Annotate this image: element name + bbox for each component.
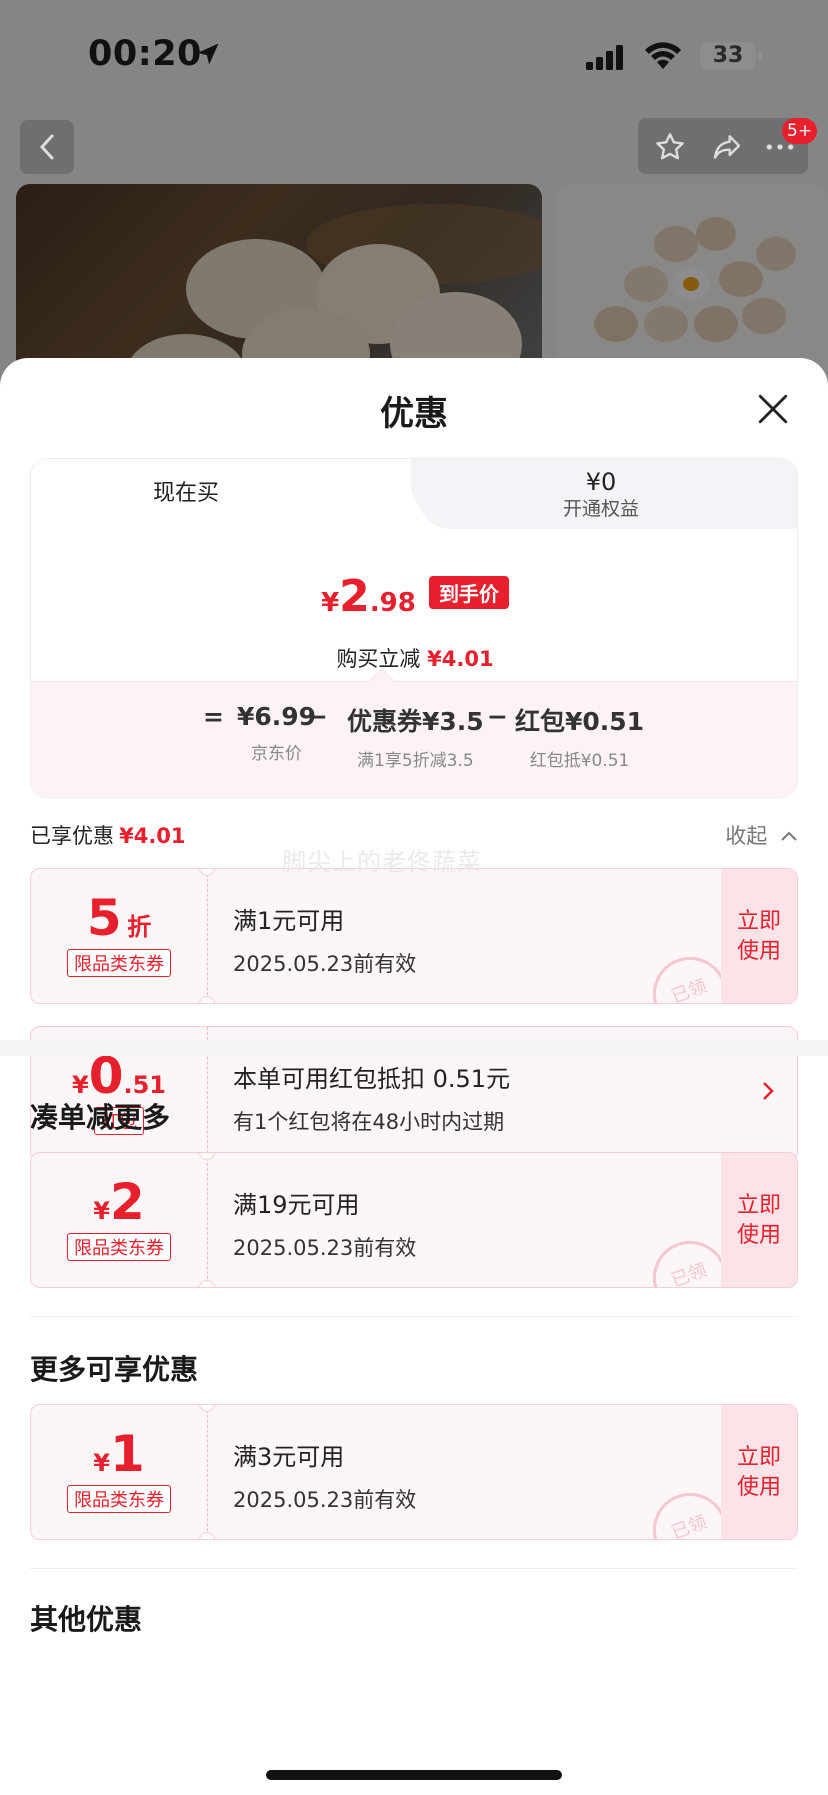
use-now-button[interactable]: 立即 使用 <box>721 1153 797 1287</box>
home-indicator[interactable] <box>266 1770 562 1780</box>
coupon-card-discount[interactable]: 5 折 限品类东券 满1元可用 2025.05.23前有效 已领 立即 使用 <box>30 868 798 1004</box>
chevron-left-icon <box>39 134 54 160</box>
enjoyed-amount: ¥4.01 <box>119 824 186 848</box>
coupon-value-block: ¥1 限品类东券 <box>31 1405 207 1539</box>
section-divider <box>0 1040 828 1056</box>
coupon-notch <box>199 996 215 1003</box>
coupon-tag: 限品类东券 <box>67 1233 171 1261</box>
formula-minus-1: − <box>307 702 328 731</box>
final-price-currency: ¥ <box>321 588 340 618</box>
coupon-expiry: 2025.05.23前有效 <box>233 1236 417 1260</box>
tab-buy-now[interactable]: 现在买 <box>31 459 341 529</box>
red-packet-details: 本单可用红包抵扣 0.51元 有1个红包将在48小时内过期 <box>233 1059 510 1136</box>
use-now-button[interactable]: 立即 使用 <box>721 869 797 1003</box>
red-packet-deduction-label: 红包抵¥0.51 <box>529 751 630 771</box>
final-price-tag: 到手价 <box>428 576 509 609</box>
final-price: ¥2.98 到手价 <box>31 571 797 622</box>
discount-sheet: 优惠 现在买 ¥0 开通权益 ¥2.98 到手价 购买立减 ¥4.01 = ¥6… <box>0 358 828 1795</box>
collapse-label: 收起 <box>725 824 768 848</box>
formula-coupon: 优惠券¥3.5 满1享5折减3.5 <box>347 702 484 771</box>
coupon-details: 满3元可用 2025.05.23前有效 <box>233 1437 416 1514</box>
coupon-deduction-value: 优惠券¥3.5 <box>347 707 484 736</box>
coupon-divider <box>207 869 208 1003</box>
coupon-value-block: ¥2 限品类东券 <box>31 1153 207 1287</box>
divider-line <box>30 1316 798 1317</box>
formula-equals: = <box>203 702 224 731</box>
coupon-expiry: 2025.05.23前有效 <box>233 1488 417 1512</box>
coupon-deduction-label: 满1享5折减3.5 <box>357 751 474 771</box>
location-arrow-icon <box>197 43 219 65</box>
coupon-expiry: 2025.05.23前有效 <box>233 952 417 976</box>
watermark-text: 脚尖上的老佟蔬菜 <box>282 848 482 876</box>
final-price-decimal: .98 <box>369 588 416 618</box>
jd-price-label: 京东价 <box>251 744 303 764</box>
tab-membership[interactable]: ¥0 开通权益 <box>411 467 791 521</box>
chevron-right-icon <box>763 1082 774 1100</box>
section-title-more-offers: 更多可享优惠 <box>30 1353 199 1386</box>
red-packet-expiry-note: 有1个红包将在48小时内过期 <box>233 1110 505 1134</box>
jd-price-value: ¥6.99 <box>237 702 317 731</box>
tab-membership-amount: ¥0 <box>585 468 617 496</box>
price-card: 现在买 ¥0 开通权益 ¥2.98 到手价 购买立减 ¥4.01 = ¥6.99… <box>30 458 798 798</box>
section-title-other-offers: 其他优惠 <box>30 1603 143 1636</box>
section-title-more-savings: 凑单减更多 <box>30 1101 171 1134</box>
coupon-value: ¥2 <box>93 1173 145 1231</box>
enjoyed-label: 已享优惠 <box>30 824 114 848</box>
coupon-card-2-yuan[interactable]: ¥2 限品类东券 满19元可用 2025.05.23前有效 已领 立即 使用 <box>30 1152 798 1288</box>
use-now-button[interactable]: 立即 使用 <box>721 1405 797 1539</box>
coupon-notch <box>199 1280 215 1287</box>
coupon-tag: 限品类东券 <box>67 949 171 977</box>
coupon-condition: 满19元可用 <box>233 1191 360 1219</box>
product-page-background: 00:20 33 5+ <box>0 0 828 400</box>
coupon-value-block: 5 折 限品类东券 <box>31 869 207 1003</box>
coupon-condition: 满1元可用 <box>233 907 345 935</box>
coupon-divider <box>207 1153 208 1287</box>
coupon-notch <box>199 1532 215 1539</box>
share-icon[interactable] <box>710 131 744 163</box>
final-price-integer: 2 <box>339 571 370 622</box>
red-packet-line: 本单可用红包抵扣 0.51元 <box>233 1065 511 1093</box>
coupon-value: 5 折 <box>86 889 152 947</box>
coupon-tag: 限品类东券 <box>67 1485 171 1513</box>
coupon-details: 满19元可用 2025.05.23前有效 <box>233 1185 416 1262</box>
star-icon[interactable] <box>654 131 686 163</box>
status-time: 00:20 <box>88 34 202 74</box>
price-formula: = ¥6.99 京东价 − 优惠券¥3.5 满1享5折减3.5 − 红包¥0.5… <box>31 668 797 797</box>
coupon-condition: 满3元可用 <box>233 1443 345 1471</box>
formula-red-packet: 红包¥0.51 红包抵¥0.51 <box>515 702 644 771</box>
status-bar: 00:20 33 <box>0 0 828 110</box>
wifi-icon <box>645 42 681 69</box>
instant-save-amount: ¥4.01 <box>427 647 494 671</box>
formula-minus-2: − <box>487 702 508 731</box>
tab-membership-label: 开通权益 <box>562 498 639 520</box>
close-icon[interactable] <box>756 392 790 426</box>
battery-indicator: 33 <box>700 42 762 70</box>
coupon-value: ¥1 <box>93 1425 145 1483</box>
coupon-card-1-yuan[interactable]: ¥1 限品类东券 满3元可用 2025.05.23前有效 已领 立即 使用 <box>30 1404 798 1540</box>
sheet-title: 优惠 <box>380 394 448 434</box>
notification-badge: 5+ <box>782 118 818 144</box>
coupon-details: 满1元可用 2025.05.23前有效 <box>233 901 416 978</box>
formula-jd-price: ¥6.99 京东价 <box>237 702 316 764</box>
instant-save-label: 购买立减 <box>336 647 421 671</box>
instant-save: 购买立减 ¥4.01 <box>31 643 797 673</box>
collapse-toggle[interactable]: 收起 <box>725 820 798 850</box>
red-packet-deduction-value: 红包¥0.51 <box>515 707 645 736</box>
chevron-up-icon <box>781 831 797 841</box>
divider-line <box>30 1568 798 1569</box>
cellular-signal-icon <box>586 45 623 70</box>
coupon-divider <box>207 1405 208 1539</box>
back-button[interactable] <box>20 120 74 174</box>
